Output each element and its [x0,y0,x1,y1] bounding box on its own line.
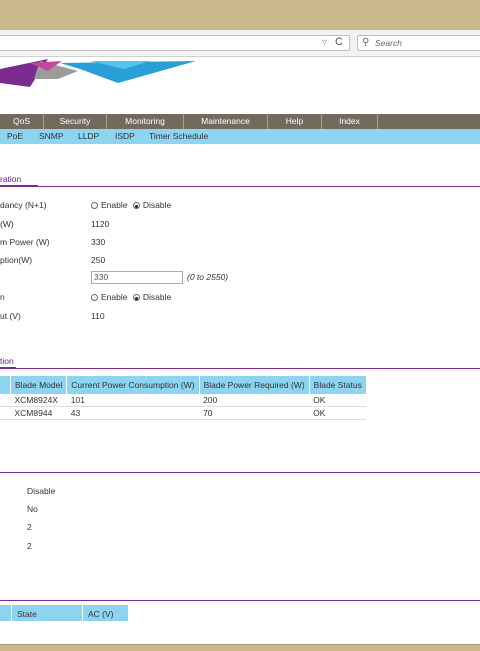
blade-table-header: Blade Model Current Power Consumption (W… [0,376,367,394]
threshold-input[interactable]: 330 [91,271,183,284]
browser-toolbar: ▿ C ⚲ Search [0,30,480,57]
bottom-col-index [0,605,11,621]
blade-col-status: Blade Status [309,376,367,394]
redundancy-enable-radio[interactable] [91,202,98,209]
page-content: QoS Security Monitoring Maintenance Help… [0,57,480,644]
address-bar[interactable]: ▿ C [0,35,350,51]
redundancy-label: dancy (N+1) [0,200,47,210]
menu-security[interactable]: Security [44,114,107,129]
submenu-poe[interactable]: PoE [7,129,23,144]
third-value-4: 2 [27,541,32,551]
redundancy-enable-label: Enable [101,200,128,210]
blade-table: Blade Model Current Power Consumption (W… [0,376,367,420]
bottom-col-state: State [12,605,82,621]
blade-status-cell: OK [309,406,367,420]
blade-col-power-required: Blade Power Required (W) [199,376,310,394]
total-power-label: (W) [0,219,14,229]
blade-power-required-cell: 200 [199,394,310,407]
blade-col-model: Blade Model [10,376,68,394]
menu-monitoring[interactable]: Monitoring [107,114,184,129]
table-row: XCM8924X 101 200 OK [0,394,367,407]
sub-menu: PoE SNMP LLDP ISDP Timer Schedule [0,129,480,144]
third-section-divider [0,472,480,473]
blade-section-divider [0,368,480,369]
mode-label: n [0,292,5,302]
url-dropdown-icon[interactable]: ▿ [322,37,327,48]
third-value-2: No [27,504,38,514]
submenu-timer-schedule[interactable]: Timer Schedule [149,129,208,144]
config-section-tab[interactable]: ration [0,174,21,184]
mode-disable-radio[interactable] [132,294,140,301]
blade-status-cell: OK [309,394,367,407]
menu-index[interactable]: Index [322,114,378,129]
submenu-snmp[interactable]: SNMP [39,129,64,144]
mode-enable-label: Enable [101,292,128,302]
system-power-label: m Power (W) [0,237,50,247]
main-menu: QoS Security Monitoring Maintenance Help… [0,114,480,129]
window-title-bar [0,0,480,30]
submenu-lldp[interactable]: LLDP [78,129,99,144]
blade-model-cell: XCM8924X [10,394,67,407]
mode-enable-radio[interactable] [91,294,98,301]
threshold-range-hint: (0 to 2550) [187,272,229,282]
search-box[interactable]: ⚲ Search [357,35,480,51]
third-value-1: Disable [27,486,56,496]
input-voltage-label: ut (V) [0,311,21,321]
blade-current-power-cell: 43 [66,406,200,420]
search-icon: ⚲ [362,37,370,48]
bottom-section-divider [0,600,480,601]
total-power-value: 1120 [91,219,110,229]
blade-current-power-cell: 101 [66,394,200,407]
input-voltage-value: 110 [91,311,105,321]
redundancy-radio-group: Enable Disable [91,200,171,210]
menu-maintenance[interactable]: Maintenance [184,114,268,129]
blade-section-tab[interactable]: tion [0,356,14,366]
reload-icon[interactable]: C [335,36,343,48]
menu-help[interactable]: Help [268,114,322,129]
mode-disable-label: Disable [142,292,172,302]
menu-qos[interactable]: QoS [0,114,44,129]
bottom-col-ac: AC (V) [83,605,128,621]
brand-banner [0,59,196,87]
mode-radio-group: Enable Disable [91,292,171,302]
config-section-divider [0,186,480,187]
redundancy-disable-radio[interactable] [132,202,140,209]
blade-col-current-power: Current Power Consumption (W) [66,376,200,394]
third-value-3: 2 [27,522,32,532]
redundancy-disable-label: Disable [142,200,172,210]
submenu-isdp[interactable]: ISDP [115,129,135,144]
system-power-value: 330 [91,237,106,247]
blade-power-required-cell: 70 [199,406,310,420]
blade-col-index [0,376,11,394]
consumption-value: 250 [91,255,106,265]
table-row: XCM8944 43 70 OK [0,406,367,420]
blade-model-cell: XCM8944 [10,406,67,420]
search-placeholder: Search [375,38,402,48]
consumption-label: ption(W) [0,255,33,265]
